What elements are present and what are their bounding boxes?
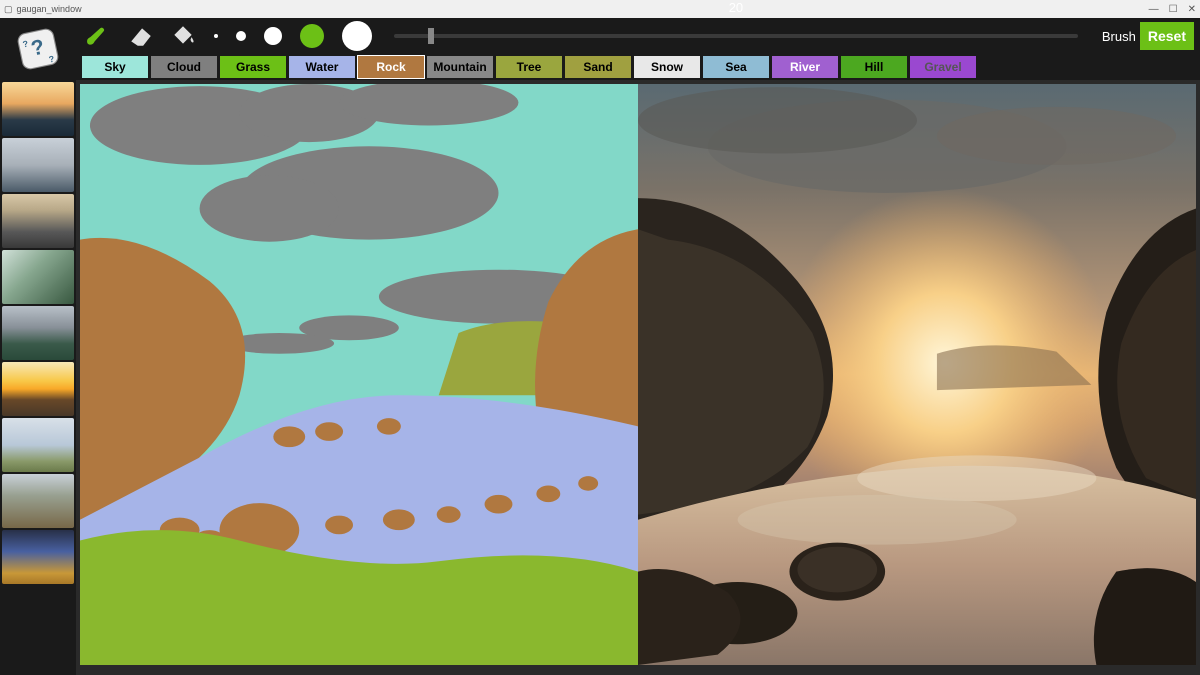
random-dice-button[interactable]: ? ? ? <box>0 18 76 80</box>
brush-size-4[interactable] <box>214 34 218 38</box>
palette-hill[interactable]: Hill <box>841 56 907 78</box>
palette-rock[interactable]: Rock <box>358 56 424 78</box>
dice-icon: ? ? ? <box>10 21 66 77</box>
fill-tool[interactable] <box>166 21 200 51</box>
palette-sand[interactable]: Sand <box>565 56 631 78</box>
brush-size-slider[interactable] <box>394 34 1078 38</box>
brush-mode-label[interactable]: Brush <box>1100 25 1138 48</box>
brush-size-24[interactable] <box>300 24 324 48</box>
window-titlebar: ▢ gaugan_window — ☐ ✕ <box>0 0 1200 18</box>
brush-icon <box>86 23 112 49</box>
brush-size-10[interactable] <box>236 31 246 41</box>
preset-thumb-6[interactable] <box>2 418 74 472</box>
palette-grass[interactable]: Grass <box>220 56 286 78</box>
palette-mountain[interactable]: Mountain <box>427 56 493 78</box>
minimize-button[interactable]: — <box>1149 4 1159 15</box>
palette-tree[interactable]: Tree <box>496 56 562 78</box>
maximize-button[interactable]: ☐ <box>1169 4 1178 15</box>
preset-thumb-4[interactable] <box>2 306 74 360</box>
brush-size-18[interactable] <box>264 27 282 45</box>
sidebar: ? ? ? <box>0 18 76 675</box>
palette-snow[interactable]: Snow <box>634 56 700 78</box>
slider-handle[interactable] <box>428 28 434 44</box>
window-title: gaugan_window <box>17 4 82 14</box>
preset-thumb-7[interactable] <box>2 474 74 528</box>
preset-thumb-3[interactable] <box>2 250 74 304</box>
brush-size-30[interactable] <box>342 21 372 51</box>
app-icon: ▢ <box>4 4 13 15</box>
material-palette: SkyCloudGrassWaterRockMountainTreeSandSn… <box>76 54 1200 80</box>
palette-sea[interactable]: Sea <box>703 56 769 78</box>
preset-thumb-0[interactable] <box>2 82 74 136</box>
brush-size-slider-wrap: 20 <box>380 18 1092 54</box>
output-canvas <box>638 84 1196 665</box>
toolbar: 20 Brush Reset <box>76 18 1200 54</box>
brush-sizes <box>214 21 372 51</box>
palette-cloud[interactable]: Cloud <box>151 56 217 78</box>
preset-thumb-2[interactable] <box>2 194 74 248</box>
eraser-icon <box>128 23 154 49</box>
palette-river[interactable]: River <box>772 56 838 78</box>
canvas-area <box>76 80 1200 675</box>
reset-button[interactable]: Reset <box>1140 22 1194 50</box>
bucket-icon <box>170 23 196 49</box>
preset-thumbnails <box>0 80 76 675</box>
palette-water[interactable]: Water <box>289 56 355 78</box>
preset-thumb-1[interactable] <box>2 138 74 192</box>
palette-gravel[interactable]: Gravel <box>910 56 976 78</box>
eraser-tool[interactable] <box>124 21 158 51</box>
palette-sky[interactable]: Sky <box>82 56 148 78</box>
close-button[interactable]: ✕ <box>1188 4 1196 15</box>
preset-thumb-5[interactable] <box>2 362 74 416</box>
slider-value: 20 <box>716 0 756 15</box>
preset-thumb-8[interactable] <box>2 530 74 584</box>
brush-tool[interactable] <box>82 21 116 51</box>
segmentation-canvas[interactable] <box>80 84 638 665</box>
